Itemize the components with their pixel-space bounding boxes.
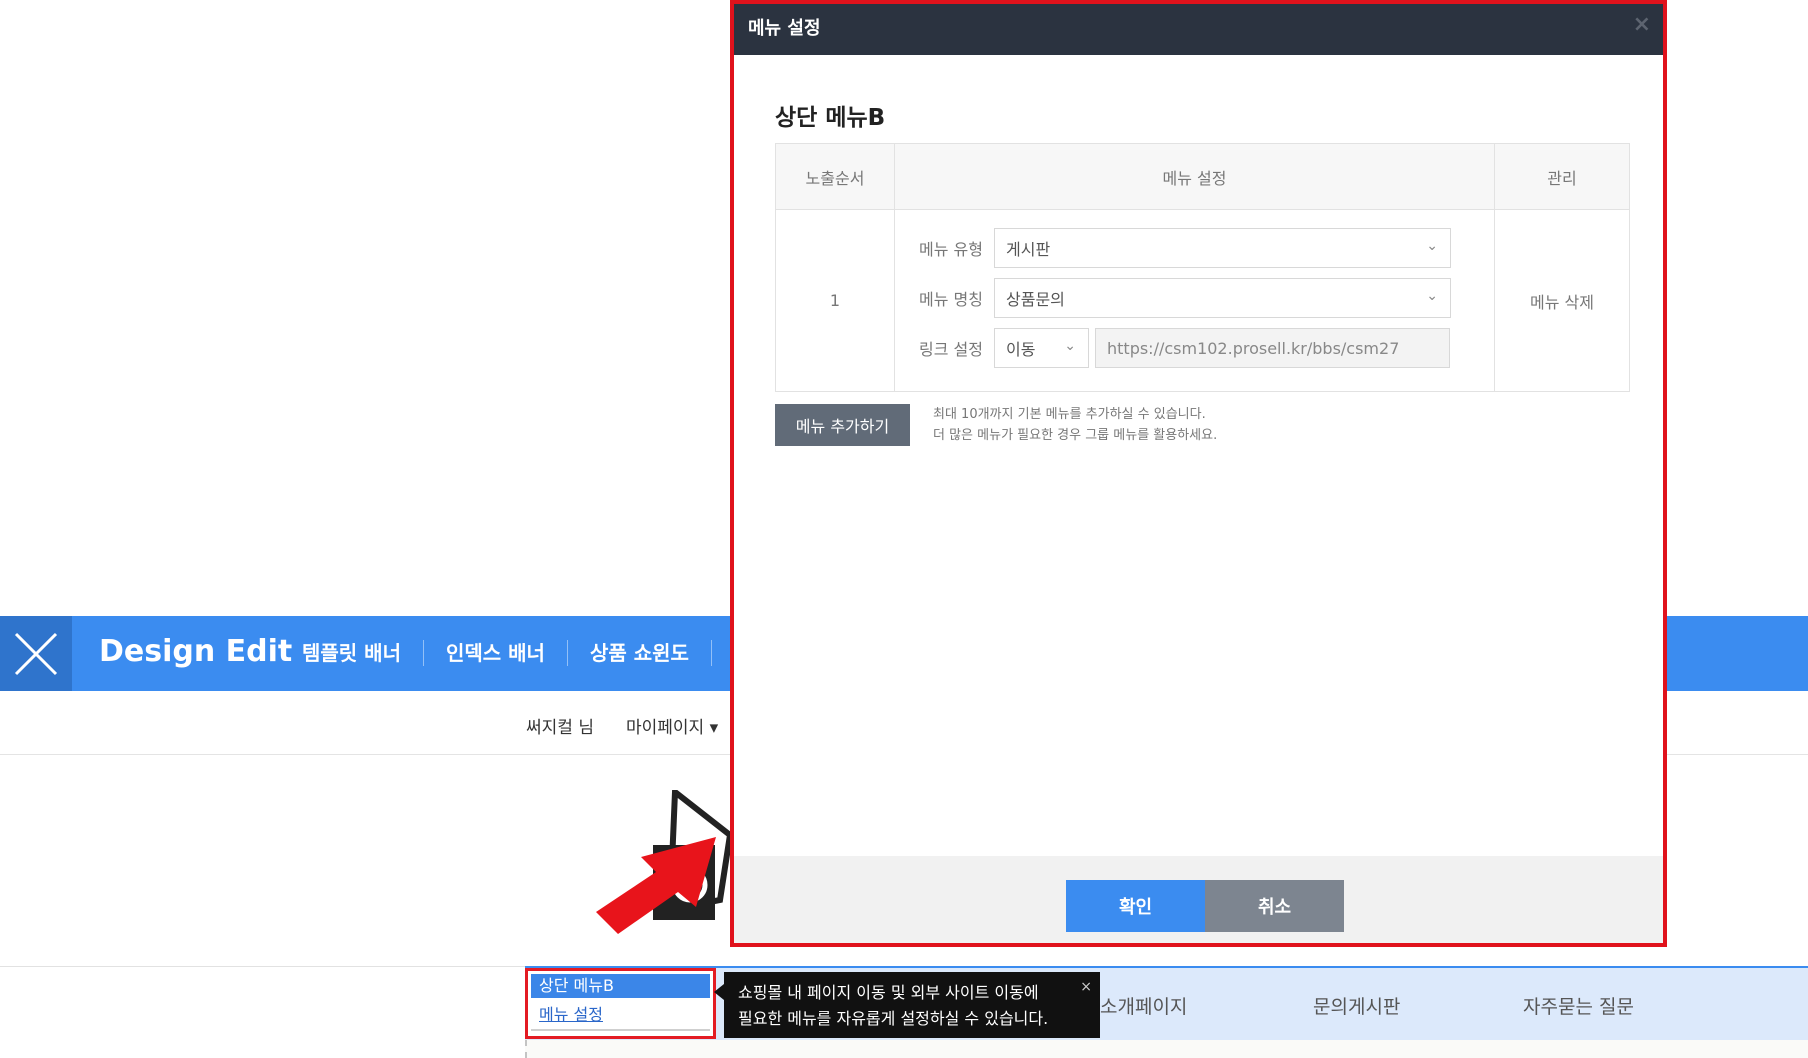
add-menu-button[interactable]: 메뉴 추가하기 [775,404,910,446]
username: 써지컬 님 [526,718,594,738]
row-settings: 메뉴 유형 게시판 ⌄ 메뉴 명칭 상품문의 ⌄ 링크 설정 이동 ⌄ http… [894,209,1495,392]
row-order: 1 [775,209,895,392]
menu-settings-link[interactable]: 메뉴 설정 [531,1001,710,1031]
context-menu-title: 상단 메뉴B [531,974,710,998]
page-bottom [525,1040,1808,1058]
close-editor-button[interactable] [0,616,72,691]
menu-settings-modal: 메뉴 설정 × 상단 메뉴B 노출순서 메뉴 설정 관리 1 메뉴 유형 게시판… [730,0,1667,947]
col-order: 노출순서 [775,143,895,210]
mypage-link[interactable]: 마이페이지 ▾ [626,713,718,738]
col-manage: 관리 [1494,143,1630,210]
confirm-button[interactable]: 확인 [1066,880,1205,932]
modal-close-icon[interactable]: × [1633,12,1651,37]
menu-item-intro[interactable]: 소개페이지 [1100,992,1187,1019]
tooltip-line1: 쇼핑몰 내 페이지 이동 및 외부 사이트 이동에 [738,983,1039,1002]
tooltip-line2: 필요한 메뉴를 자유롭게 설정하실 수 있습니다. [738,1009,1049,1028]
pointer-arrow-icon [596,837,716,934]
menu-type-select[interactable]: 게시판 ⌄ [994,228,1451,268]
tab-index-banner[interactable]: 인덱스 배너 [446,640,568,666]
tooltip: 쇼핑몰 내 페이지 이동 및 외부 사이트 이동에 필요한 메뉴를 자유롭게 설… [714,972,1100,1038]
col-menu-settings: 메뉴 설정 [894,143,1495,210]
chevron-down-icon: ⌄ [1426,288,1438,304]
modal-header: 메뉴 설정 × [734,4,1663,55]
menu-type-label: 메뉴 유형 [919,240,983,259]
cancel-button[interactable]: 취소 [1205,880,1344,932]
modal-footer: 확인 취소 [734,856,1663,943]
link-mode-select[interactable]: 이동 ⌄ [994,328,1089,368]
note-line1: 최대 10개까지 기본 메뉴를 추가하실 수 있습니다. [933,407,1206,422]
menu-name-value: 상품문의 [1006,290,1065,309]
context-menu: 상단 메뉴B 메뉴 설정 [525,968,716,1039]
menu-table: 노출순서 메뉴 설정 관리 1 메뉴 유형 게시판 ⌄ 메뉴 명칭 상품문의 ⌄… [775,143,1630,392]
delete-menu-button[interactable]: 메뉴 삭제 [1494,209,1630,392]
editor-tabs: 템플릿 배너 인덱스 배너 상품 쇼윈도 [302,640,734,666]
chevron-down-icon: ⌄ [1064,338,1076,354]
modal-title: 메뉴 설정 [748,18,821,39]
link-mode-value: 이동 [1006,340,1036,359]
link-url-field[interactable]: https://csm102.prosell.kr/bbs/csm27 [1095,328,1450,368]
top-menu-b-bar: 소개페이지 문의게시판 자주묻는 질문 [525,966,1808,1042]
menu-item-inquiry[interactable]: 문의게시판 [1313,992,1400,1019]
tab-template-banner[interactable]: 템플릿 배너 [302,640,424,666]
chevron-down-icon: ⌄ [1426,238,1438,254]
menu-name-label: 메뉴 명칭 [919,290,983,309]
menu-type-value: 게시판 [1006,240,1051,259]
tooltip-close-icon[interactable]: × [1080,974,1092,1000]
close-icon [14,632,58,675]
menu-item-faq[interactable]: 자주묻는 질문 [1523,992,1634,1019]
table-row: 1 메뉴 유형 게시판 ⌄ 메뉴 명칭 상품문의 ⌄ 링크 설정 이동 ⌄ ht… [775,209,1630,392]
add-menu-note: 최대 10개까지 기본 메뉴를 추가하실 수 있습니다. 더 많은 메뉴가 필요… [933,404,1217,446]
note-line2: 더 많은 메뉴가 필요한 경우 그룹 메뉴를 활용하세요. [933,428,1218,443]
brand-title: Design Edit [99,634,293,669]
tab-product-showwindow[interactable]: 상품 쇼윈도 [590,640,712,666]
link-label: 링크 설정 [919,340,983,359]
menu-name-select[interactable]: 상품문의 ⌄ [994,278,1451,318]
section-title: 상단 메뉴B [775,105,886,131]
